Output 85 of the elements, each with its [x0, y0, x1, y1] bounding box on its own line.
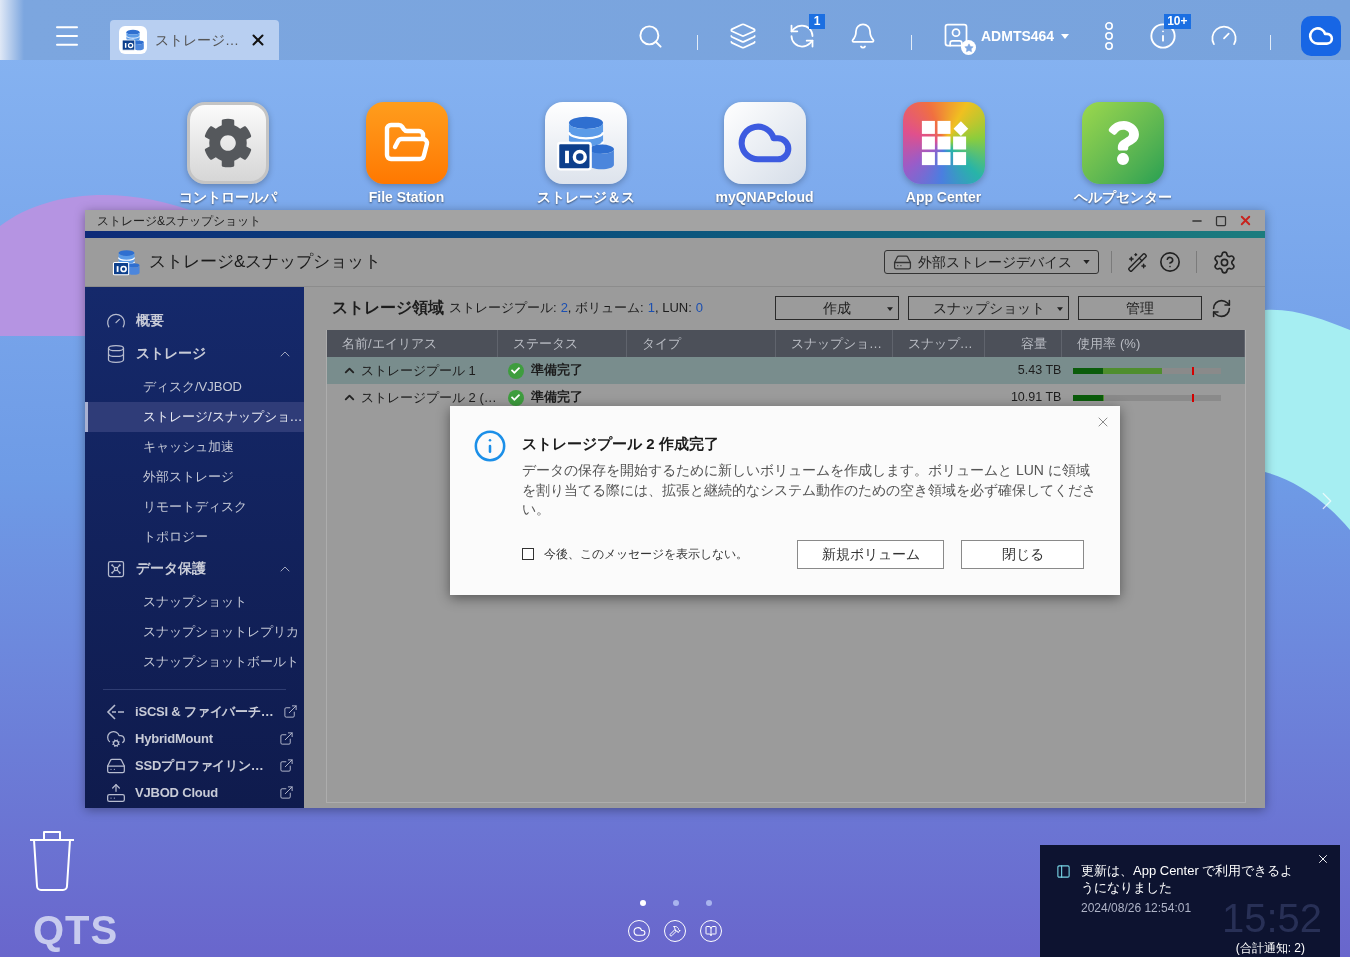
- stack-icon[interactable]: [729, 22, 757, 50]
- refresh-icon[interactable]: [1211, 297, 1232, 319]
- trash-icon[interactable]: [29, 830, 75, 892]
- settings-icon[interactable]: [1212, 249, 1237, 275]
- nav-link[interactable]: HybridMount: [85, 725, 304, 752]
- capacity-text: 10.91 TB: [1010, 391, 1062, 404]
- logo-text: QTS: [33, 910, 119, 950]
- storage-icon: [112, 247, 141, 277]
- external-link-icon[interactable]: [279, 785, 294, 800]
- count-badge: 1: [809, 14, 825, 29]
- pool-name: ストレージプール 1: [361, 364, 476, 377]
- storage-icon: [119, 26, 147, 54]
- arrow-icon: [106, 701, 126, 722]
- table-row[interactable]: ストレージプール 2 (… 準備完了 10.91 TB: [327, 384, 1245, 411]
- caret-icon: [1057, 307, 1063, 311]
- drive-icon: [106, 782, 126, 803]
- help-icon[interactable]: [1081, 102, 1164, 184]
- nav-link[interactable]: VJBOD Cloud: [85, 779, 304, 806]
- wand-icon[interactable]: [1127, 251, 1148, 273]
- nav-item[interactable]: リモートディスク: [85, 492, 304, 522]
- user-icon: [942, 21, 970, 49]
- nav-item[interactable]: スナップショットボールト: [85, 647, 304, 677]
- checkbox-label[interactable]: 今後、このメッセージを表示しない。: [544, 545, 748, 563]
- panel-icon: [1056, 864, 1071, 879]
- notification-count[interactable]: (合計通知: 2): [1235, 940, 1305, 956]
- settings-icon[interactable]: [186, 102, 269, 184]
- checkbox[interactable]: [522, 548, 534, 560]
- more-icon[interactable]: [1104, 22, 1115, 50]
- database-icon: [106, 343, 126, 364]
- nav-item[interactable]: トポロジー: [85, 522, 304, 552]
- capacity-text: 5.43 TB: [1017, 364, 1062, 377]
- dropdown-button[interactable]: スナップショット: [908, 296, 1069, 320]
- dialog-title: ストレージプール 2 作成完了: [522, 434, 720, 454]
- cloud-icon[interactable]: [723, 102, 806, 184]
- app-tab[interactable]: ストレージ…: [110, 20, 279, 60]
- external-link-icon[interactable]: [279, 731, 294, 746]
- caret-icon: [1061, 33, 1070, 39]
- window-title: ストレージ&スナップショット: [97, 212, 261, 230]
- nav-item[interactable]: ディスク/VJBOD: [85, 372, 304, 402]
- notification-time: 2024/08/26 12:54:01: [1081, 900, 1193, 916]
- info-icon: [473, 429, 507, 463]
- storage-icon[interactable]: [544, 102, 627, 184]
- nav-item[interactable]: スナップショットレプリカ: [85, 617, 304, 647]
- search-icon[interactable]: [637, 22, 664, 50]
- external-link-icon[interactable]: [282, 704, 298, 719]
- cloud-icon: [106, 728, 126, 749]
- close-icon[interactable]: [1316, 852, 1330, 866]
- nav-item[interactable]: キャッシュ加速: [85, 432, 304, 462]
- close-icon[interactable]: [249, 31, 267, 49]
- notification-message: 更新は、App Center で利用できるようになりました: [1081, 862, 1295, 896]
- status-text: 準備完了: [530, 364, 583, 377]
- check-icon: [507, 362, 524, 379]
- section-title: ストレージ領域: [332, 298, 444, 318]
- dropdown-button[interactable]: 作成: [775, 296, 899, 320]
- nav-group[interactable]: データ保護: [85, 552, 304, 585]
- nav-link[interactable]: SSDプロファイリン…: [85, 752, 304, 779]
- external-link-icon[interactable]: [279, 758, 294, 773]
- nav-item[interactable]: 概要: [85, 304, 304, 337]
- device-menu[interactable]: 外部ストレージデバイス: [884, 250, 1099, 274]
- dialog-button[interactable]: 新規ボリューム: [797, 539, 944, 569]
- nav-group[interactable]: ストレージ: [85, 337, 304, 370]
- dialog-message: データの保存を開始するために新しいボリュームを作成します。ボリュームと LUN に領域を割り当てる際には、拡張と継続的なシステム動作のための空き領域を必ず確保してください。: [522, 461, 1097, 519]
- folder-icon[interactable]: [365, 102, 448, 184]
- nav-item[interactable]: スナップショット: [85, 587, 304, 617]
- nav-item[interactable]: 外部ストレージ: [85, 462, 304, 492]
- safe-icon: [106, 558, 126, 579]
- help-icon[interactable]: [1159, 251, 1181, 273]
- caret-icon: [887, 307, 893, 311]
- status-text: 準備完了: [530, 391, 583, 404]
- storage-summary: ストレージプール: 2, ボリューム: 1, LUN: 0: [449, 299, 703, 318]
- nav-item[interactable]: ストレージ/スナップショ…: [85, 402, 304, 432]
- action-button[interactable]: 管理: [1078, 296, 1202, 320]
- caret-icon: [1083, 260, 1090, 264]
- dialog-button[interactable]: 閉じる: [961, 539, 1084, 569]
- count-badge: 10+: [1164, 14, 1191, 29]
- table-row[interactable]: ストレージプール 1 準備完了 5.43 TB: [327, 357, 1245, 384]
- bell-icon[interactable]: [849, 22, 877, 50]
- nav-link[interactable]: iSCSI & ファイバーチ…: [85, 698, 304, 725]
- cloud-icon[interactable]: [1301, 16, 1342, 56]
- maximize-icon[interactable]: [1215, 214, 1227, 227]
- star-badge-icon: [961, 40, 976, 55]
- pool-name: ストレージプール 2 (…: [361, 391, 497, 404]
- app-title: ストレージ&スナップショット: [149, 251, 382, 274]
- app-grid-icon[interactable]: [902, 102, 985, 184]
- sync-icon[interactable]: [788, 22, 816, 50]
